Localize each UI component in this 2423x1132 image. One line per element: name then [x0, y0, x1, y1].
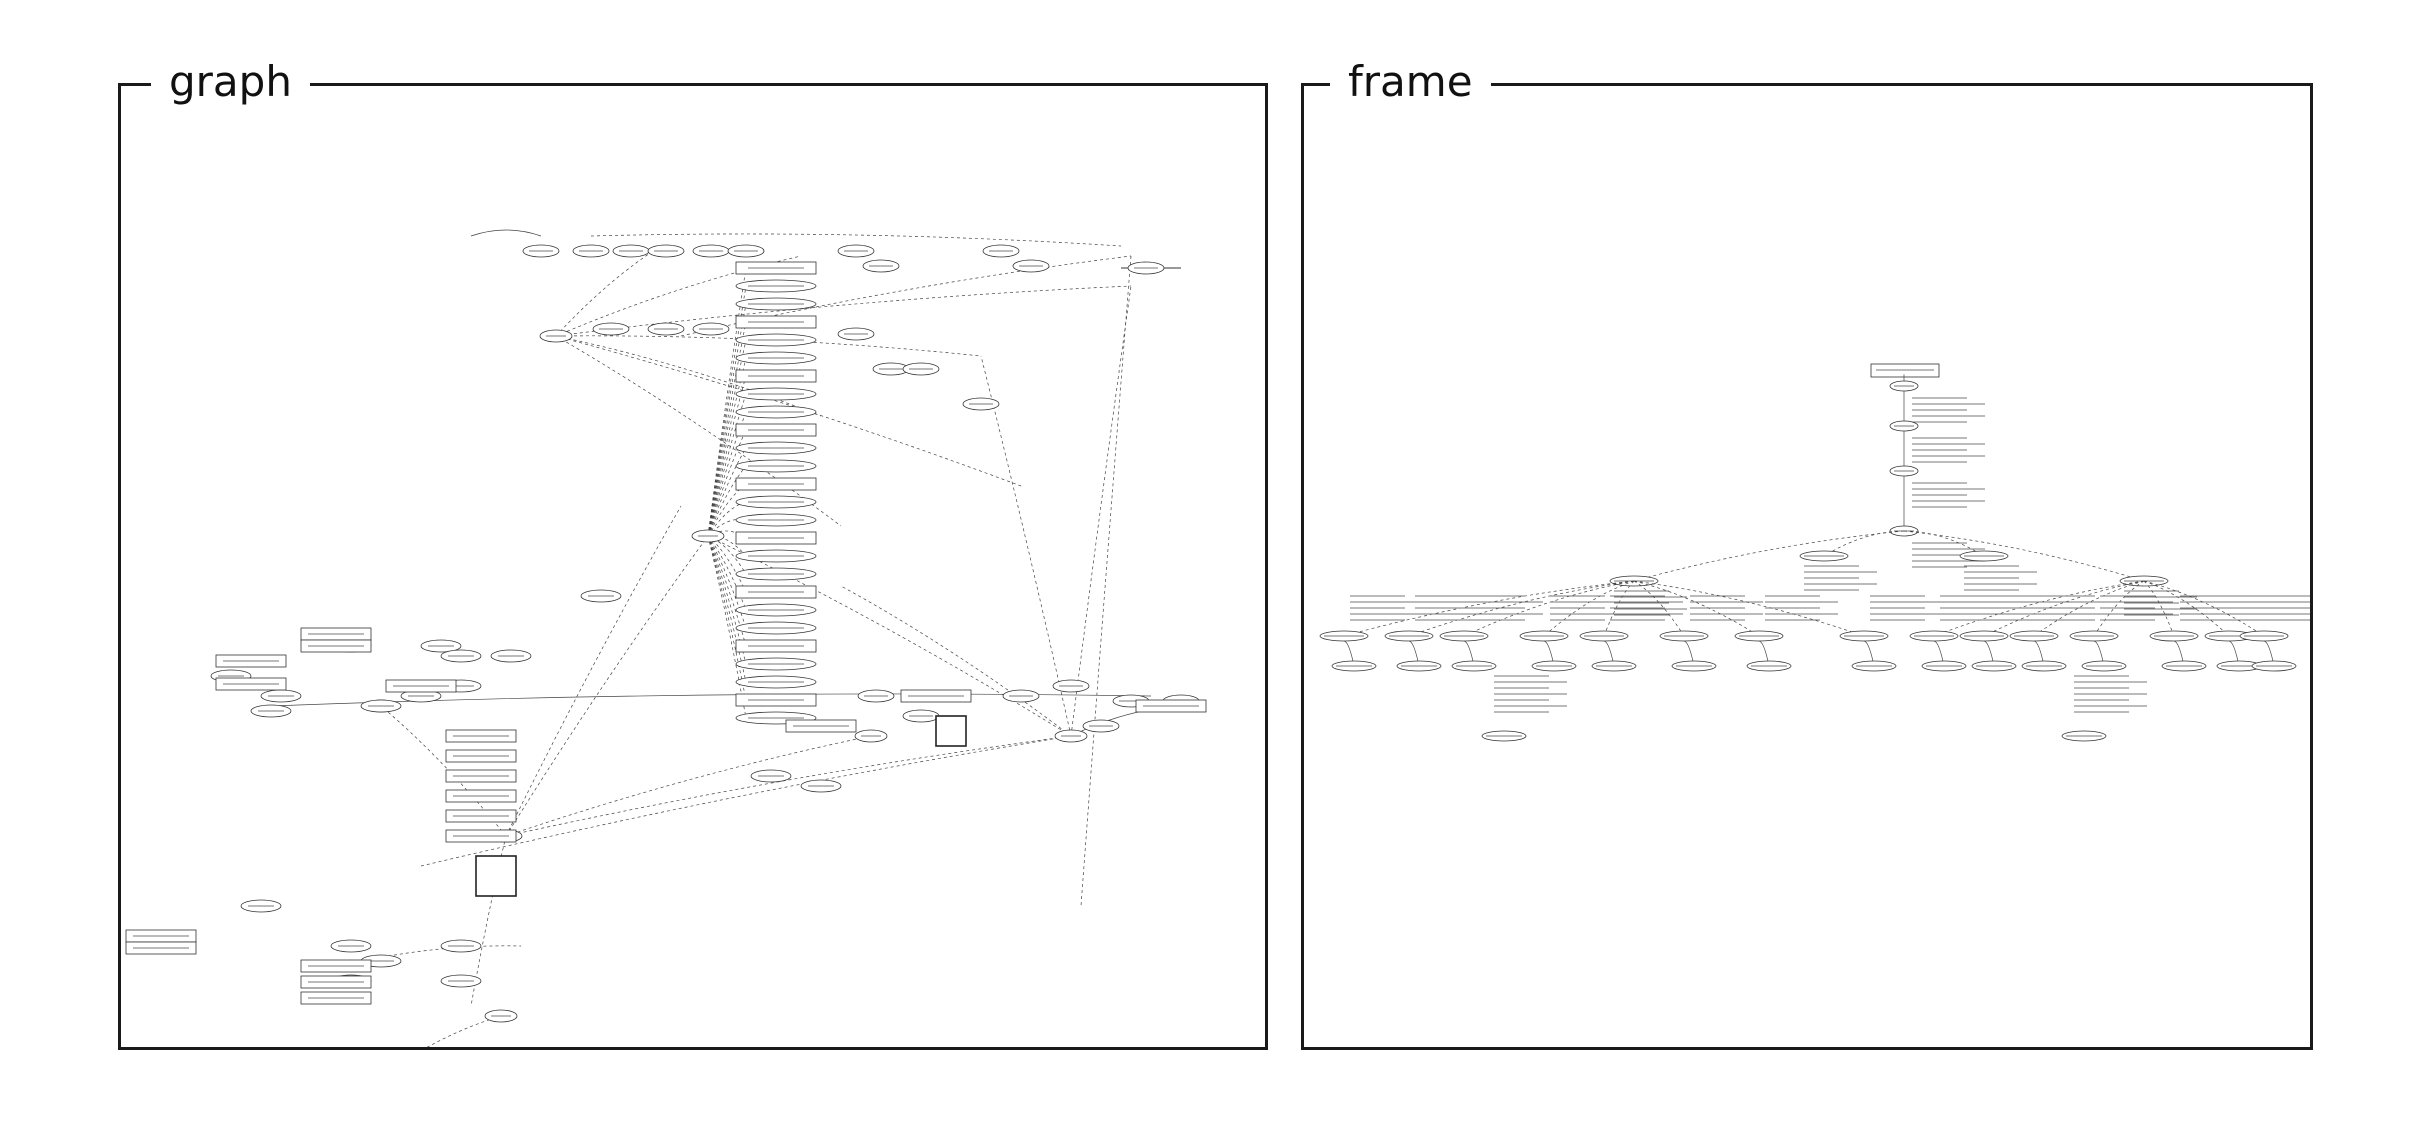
graph-edge [840, 585, 1072, 737]
graph-edge [1633, 530, 1905, 582]
graph-edge [555, 285, 1132, 337]
graph-edge [470, 229, 542, 237]
graph-edge [505, 735, 1072, 837]
frame-panel: frame [1301, 50, 2313, 1050]
graph-edge [505, 505, 682, 837]
graph-edge [980, 355, 1072, 737]
graph-edge [420, 735, 1072, 867]
graph-node [935, 715, 967, 747]
graph-edge [590, 233, 1122, 247]
graph-edge [707, 535, 747, 593]
graph-edge [555, 245, 662, 337]
graph-edge [505, 535, 709, 837]
graph-diagram [125, 229, 1207, 1047]
graph-edge [707, 339, 747, 537]
graph-edge [1080, 255, 1132, 907]
frame-diagram [1319, 363, 2310, 742]
graph-edge [1070, 285, 1132, 737]
graph-node [475, 855, 517, 897]
graph-panel: graph [118, 50, 1268, 1050]
graph-edge [1903, 530, 2145, 582]
graph-edge [426, 1015, 502, 1047]
graph-edge [707, 267, 747, 537]
